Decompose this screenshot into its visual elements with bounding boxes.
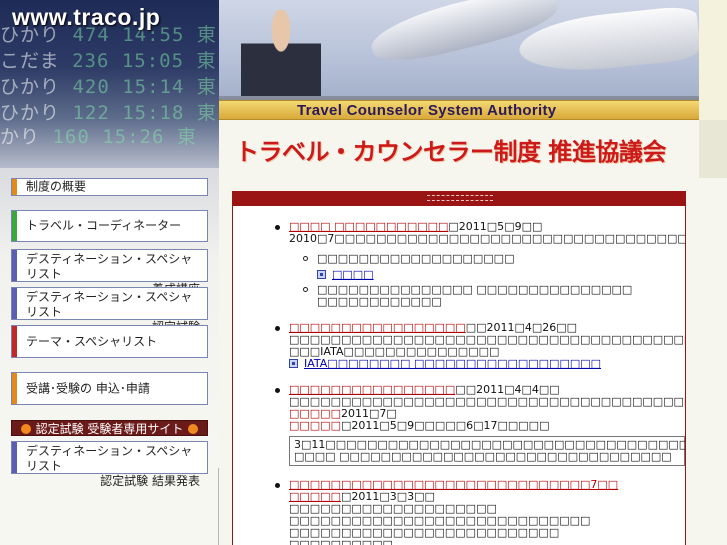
sidebar-item-ds-exam[interactable]: デスティネーション・スペシャリスト 認定試験 xyxy=(11,287,208,334)
sidebar-item-overview[interactable]: 制度の概要 xyxy=(11,178,208,196)
news-body: □□□□□□□□□□□□□□□□□□□□ □□□□□□□□□□□□□□□□□□□… xyxy=(289,502,591,539)
news-document-link[interactable]: □□□□ xyxy=(332,268,374,281)
ribbon-text: Travel Counselor System Authority xyxy=(297,102,557,119)
news-body: 2010□7□□□□□□□□□□□□□□□□□□□□□□□□□□□□□□□□□□… xyxy=(289,232,686,245)
site-url-logo[interactable]: www.traco.jp xyxy=(12,4,160,31)
main-content: □□□□ □□□□□□□□□□□□2011□5□9□□ 2010□7□□□□□□… xyxy=(219,178,727,545)
title-band: トラベル・カウンセラー制度 推進協議会 xyxy=(219,120,727,178)
ticker-train-info: 420 15:14 東 xyxy=(72,76,217,98)
news-item: □□□□□□□□□□□□□□□□□□□2011□4□26□□ □□□□□□□□□… xyxy=(239,322,685,370)
ticker-train-name: ひかり xyxy=(0,76,61,98)
nav-color-bar xyxy=(12,288,17,319)
document-icon xyxy=(289,359,298,368)
nav-color-bar xyxy=(12,179,17,195)
news-body: □□□□□□□□□□ xyxy=(289,538,393,545)
sidebar-item-label: テーマ・スペシャリスト xyxy=(26,334,158,348)
news-header-bar xyxy=(233,192,685,206)
news-subitem-text: □□□□□□□□□□□□□□□ □□□□□□□□□□□□□□□ □□□□□□□□… xyxy=(317,283,633,308)
sidebar-item-label: 制度の概要 xyxy=(26,179,87,194)
sidebar-item-exam-results[interactable]: デスティネーション・スペシャリスト 認定試験 結果発表 xyxy=(11,441,208,488)
sidebar-item-label: デスティネーション・スペシャリスト xyxy=(26,290,193,319)
ticker-train-name: ひかり xyxy=(0,102,61,124)
ticker-train-info: 236 15:05 東 xyxy=(72,50,217,72)
news-list: □□□□ □□□□□□□□□□□□2011□5□9□□ 2010□7□□□□□□… xyxy=(233,221,685,545)
sidebar-item-travel-coordinator[interactable]: トラベル・コーディネーター xyxy=(11,210,208,242)
ticker-train-name: こだま xyxy=(0,50,60,72)
ticker-train-name: かり xyxy=(0,126,41,148)
news-header-label xyxy=(427,195,493,201)
nav-color-bar xyxy=(12,373,17,404)
sidebar-item-label: デスティネーション・スペシャリスト xyxy=(26,252,193,281)
sidebar-item-label: デスティネーション・スペシャリスト xyxy=(26,444,193,473)
exam-site-button[interactable]: 認定試験 受験者専用サイト xyxy=(11,420,208,436)
sidebar-item-application[interactable]: 受講･受験の 申込･申請 xyxy=(11,372,208,405)
notice-text: 3□11□□□□□□□□□□□□□□□□□□□□□□□□□□□□□□□□□□ □□… xyxy=(294,438,685,463)
document-icon xyxy=(317,270,326,279)
news-highlight-tail: □2011□5□9□□□□□6□17□□□□□ xyxy=(340,419,550,432)
news-item: □□□□□□□□□□□□□□□□□□2011□4□4□□ □□□□□□□□□□□… xyxy=(239,384,685,432)
bullet-icon xyxy=(275,388,280,393)
nav-color-bar xyxy=(12,326,17,357)
ticker-train-info: 160 15:26 東 xyxy=(52,126,197,148)
circle-bullet-icon xyxy=(303,287,308,292)
news-item: □□□□ □□□□□□□□□□□□2011□5□9□□ 2010□7□□□□□□… xyxy=(239,221,685,245)
news-subitem-link-row: □□□□ xyxy=(239,269,679,281)
news-panel: □□□□ □□□□□□□□□□□□2011□5□9□□ 2010□7□□□□□□… xyxy=(232,191,686,545)
sidebar-item-label: トラベル・コーディネーター xyxy=(26,218,182,233)
bullet-icon xyxy=(275,225,280,230)
news-item: □□□□□□□□□□□□□□□□□□□□□□□□□□□□□7□□ □□□□□□2… xyxy=(239,479,679,545)
sidebar-item-theme-specialist[interactable]: テーマ・スペシャリスト xyxy=(11,325,208,358)
sidebar-item-ds-course[interactable]: デスティネーション・スペシャリスト 養成講座 xyxy=(11,249,208,296)
sidebar-nav: 制度の概要 トラベル・コーディネーター デスティネーション・スペシャリスト 養成… xyxy=(0,168,219,545)
circle-bullet-icon xyxy=(303,256,308,261)
news-subitem: □□□□□□□□□□□□□□□□□□□ xyxy=(239,253,679,265)
bullet-icon xyxy=(275,483,280,488)
news-subitem: □□□□□□□□□□□□□□□ □□□□□□□□□□□□□□□ □□□□□□□□… xyxy=(239,284,679,308)
exam-site-label: 認定試験 受験者専用サイト xyxy=(35,422,184,436)
news-subitem-text: □□□□□□□□□□□□□□□□□□□ xyxy=(317,252,515,265)
ticker-train-info: 122 15:18 東 xyxy=(72,102,217,124)
authority-ribbon: Travel Counselor System Authority xyxy=(219,100,699,120)
header-departure-board-image: ひかり 474 14:55 東 こだま 236 15:05 東 ひかり 420 … xyxy=(0,0,219,168)
nav-color-bar xyxy=(12,250,17,281)
header-right-margin xyxy=(699,0,727,120)
orange-dot-icon xyxy=(20,424,31,434)
page-title: トラベル・カウンセラー制度 推進協議会 xyxy=(235,138,666,166)
nav-color-bar xyxy=(12,442,17,473)
sidebar-item-label: 受講･受験の 申込･申請 xyxy=(26,381,150,395)
notice-box: 3□11□□□□□□□□□□□□□□□□□□□□□□□□□□□□□□□□□□ □□… xyxy=(289,436,685,466)
page: ひかり 474 14:55 東 こだま 236 15:05 東 ひかり 420 … xyxy=(0,0,727,545)
news-title-link[interactable]: □□□□□□□□□□□□□□□□□□□□□□□□□□□□□7□□ □□□□□ xyxy=(289,478,618,503)
orange-dot-icon xyxy=(188,424,199,434)
bullet-icon xyxy=(275,326,280,331)
sidebar-item-label-2: 認定試験 結果発表 xyxy=(100,474,200,488)
nav-color-bar xyxy=(12,211,17,241)
news-highlight: □□□□□ xyxy=(289,419,341,432)
news-document-link[interactable]: IATA□□□□□□□□ □□□□□□□□□□□□□□□□□□ xyxy=(304,357,601,370)
